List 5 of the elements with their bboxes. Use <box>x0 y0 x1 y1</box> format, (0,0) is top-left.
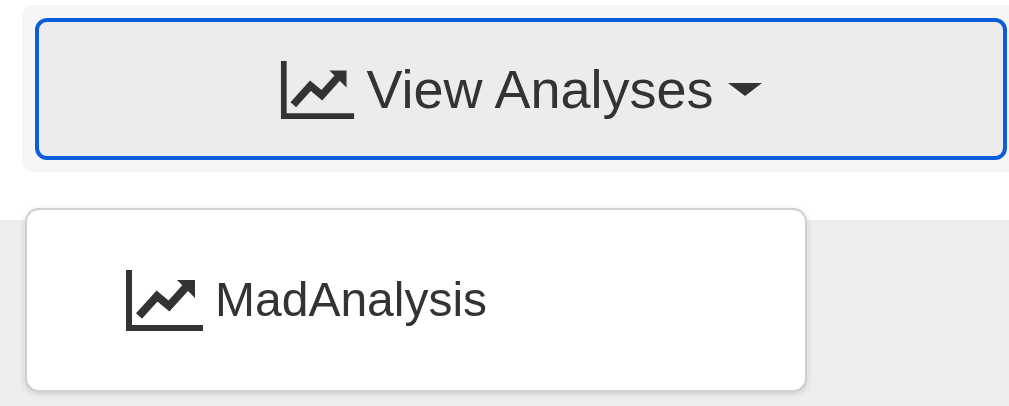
menu-item[interactable]: MadAnalysis <box>125 264 488 336</box>
caret-icon <box>727 82 762 96</box>
view-analyses-button[interactable]: View Analyses <box>35 18 1007 160</box>
line-chart-icon <box>280 58 357 120</box>
line-chart-icon <box>125 268 205 332</box>
